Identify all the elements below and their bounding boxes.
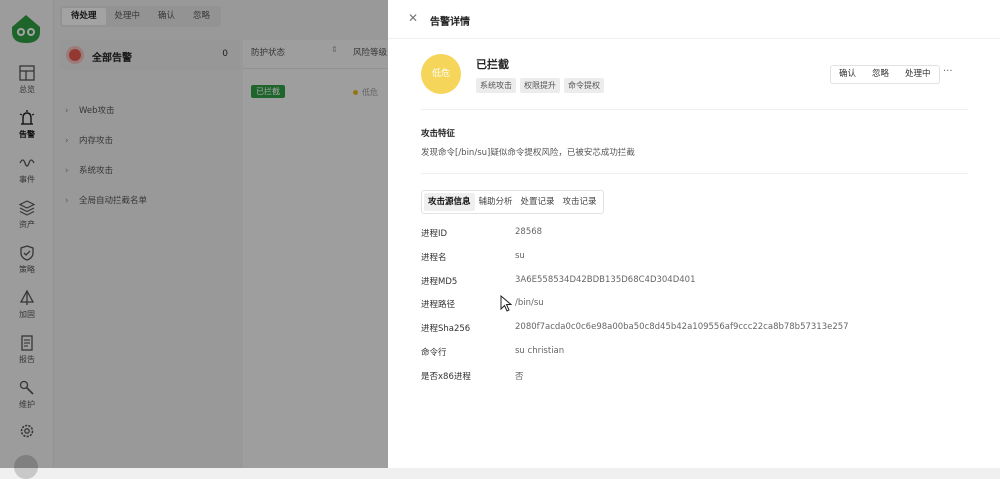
alert-status: 已拦截 <box>476 58 509 71</box>
more-options-icon[interactable]: ··· <box>943 66 953 77</box>
tab-source-info[interactable]: 攻击源信息 <box>424 193 475 211</box>
detail-value: /bin/su <box>515 298 544 308</box>
alert-detail-drawer: ✕ 告警详情 低危 已拦截 系统攻击 权限提升 命令提权 确认 忽略 处理中 ·… <box>388 0 1000 468</box>
divider <box>421 173 968 174</box>
detail-label: 进程路径 <box>421 300 456 310</box>
ignore-button[interactable]: 忽略 <box>864 66 897 83</box>
close-icon[interactable]: ✕ <box>408 11 418 25</box>
tag-list: 系统攻击 权限提升 命令提权 <box>476 78 604 93</box>
detail-value: 28568 <box>515 227 543 237</box>
tag: 系统攻击 <box>476 78 516 93</box>
detail-value: 否 <box>515 372 524 382</box>
detail-value: 2080f7acda0c0c6e98a00ba50c8d45b42a109556… <box>515 322 849 332</box>
detail-label: 进程名 <box>421 253 447 263</box>
detail-label: 命令行 <box>421 348 447 358</box>
confirm-button[interactable]: 确认 <box>831 66 864 83</box>
tab-handling-log[interactable]: 处置记录 <box>517 193 559 211</box>
action-group: 确认 忽略 处理中 <box>830 65 940 84</box>
modal-overlay[interactable] <box>0 0 388 468</box>
tag: 权限提升 <box>520 78 560 93</box>
drawer-title: 告警详情 <box>430 17 470 28</box>
tag: 命令提权 <box>564 78 604 93</box>
mouse-cursor-icon <box>500 295 513 312</box>
detail-value: 3A6E558534D42BDB135D68C4D304D401 <box>515 275 696 285</box>
processing-button[interactable]: 处理中 <box>897 66 939 83</box>
header-divider <box>388 38 1000 39</box>
detail-tabs: 攻击源信息 辅助分析 处置记录 攻击记录 <box>421 190 604 214</box>
detail-label: 进程Sha256 <box>421 324 471 334</box>
detail-label: 进程ID <box>421 229 448 239</box>
detail-label: 进程MD5 <box>421 277 458 287</box>
tab-attack-log[interactable]: 攻击记录 <box>559 193 601 211</box>
detail-value: su <box>515 251 525 261</box>
divider <box>421 109 968 110</box>
tab-analysis[interactable]: 辅助分析 <box>475 193 517 211</box>
detail-label: 是否x86进程 <box>421 372 471 382</box>
feature-description: 发现命令[/bin/su]疑似命令提权风险，已被安芯成功拦截 <box>421 148 635 158</box>
risk-level-badge: 低危 <box>421 54 461 94</box>
feature-title: 攻击特征 <box>421 129 456 139</box>
detail-value: su christian <box>515 346 565 356</box>
